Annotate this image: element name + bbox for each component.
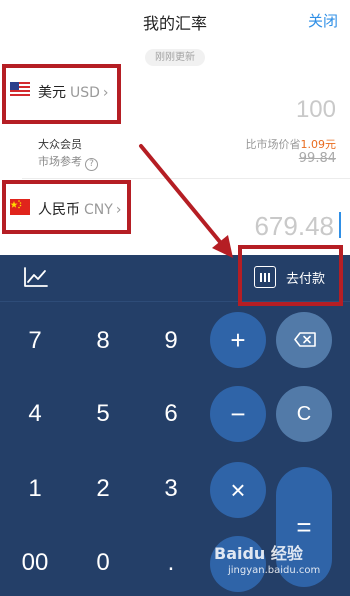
market-price: 99.84 (298, 151, 336, 166)
key-0[interactable]: 0 (78, 543, 128, 583)
key-1[interactable]: 1 (10, 469, 60, 509)
member-label: 大众会员 (38, 138, 82, 151)
minus-button[interactable]: − (210, 386, 266, 442)
times-button[interactable]: × (210, 462, 266, 518)
currency-code: CNY (84, 202, 113, 218)
saving-amount: 1.09元 (300, 138, 337, 151)
key-00[interactable]: 00 (10, 543, 60, 583)
update-status-tag: 刚刚更新 (145, 49, 205, 66)
watermark-text: Baidu 经验 (214, 544, 303, 563)
currency-selector-usd[interactable]: 美元 USD › (38, 82, 109, 102)
plus-button[interactable]: + (210, 312, 266, 368)
watermark: Baidu 经验 jingyan.baidu.com (214, 540, 339, 592)
key-2[interactable]: 2 (78, 469, 128, 509)
watermark-url: jingyan.baidu.com (228, 565, 321, 576)
key-4[interactable]: 4 (10, 394, 60, 434)
usd-amount[interactable]: 100 (296, 96, 336, 124)
clear-button[interactable]: C (276, 386, 332, 442)
chevron-right-icon: › (102, 85, 109, 101)
divider (22, 178, 350, 179)
backspace-icon (294, 332, 316, 347)
pay-label: 去付款 (286, 271, 326, 287)
key-8[interactable]: 8 (78, 321, 128, 361)
key-6[interactable]: 6 (146, 394, 196, 434)
pay-button[interactable]: 去付款 (254, 264, 334, 290)
currency-name: 美元 (38, 85, 66, 101)
header-bar: 我的汇率 关闭 (0, 0, 350, 40)
line-chart-icon[interactable] (24, 267, 48, 287)
key-decimal[interactable]: . (146, 543, 196, 583)
currency-code: USD (70, 85, 100, 101)
key-3[interactable]: 3 (146, 469, 196, 509)
currency-selector-cny[interactable]: 人民币 CNY › (38, 199, 121, 219)
page-title: 我的汇率 (142, 14, 207, 33)
currency-name: 人民币 (38, 202, 80, 218)
saving-prefix: 比市场价省 (245, 138, 301, 151)
us-flag-icon (10, 82, 30, 98)
market-ref-label: 市场参考 (38, 155, 82, 168)
help-icon[interactable]: ? (85, 158, 98, 171)
close-button[interactable]: 关闭 (308, 10, 338, 31)
barcode-card-icon (254, 266, 276, 288)
market-reference: 市场参考? (38, 153, 98, 171)
key-5[interactable]: 5 (78, 394, 128, 434)
backspace-button[interactable] (276, 312, 332, 368)
cny-amount[interactable]: 679.48 (254, 211, 334, 242)
key-7[interactable]: 7 (10, 321, 60, 361)
text-cursor (339, 212, 341, 238)
chevron-right-icon: › (115, 202, 122, 218)
key-9[interactable]: 9 (146, 321, 196, 361)
keypad-toolbar: 去付款 (0, 255, 350, 302)
china-flag-icon (10, 199, 30, 215)
saving-note: 比市场价省1.09元 (246, 136, 337, 152)
